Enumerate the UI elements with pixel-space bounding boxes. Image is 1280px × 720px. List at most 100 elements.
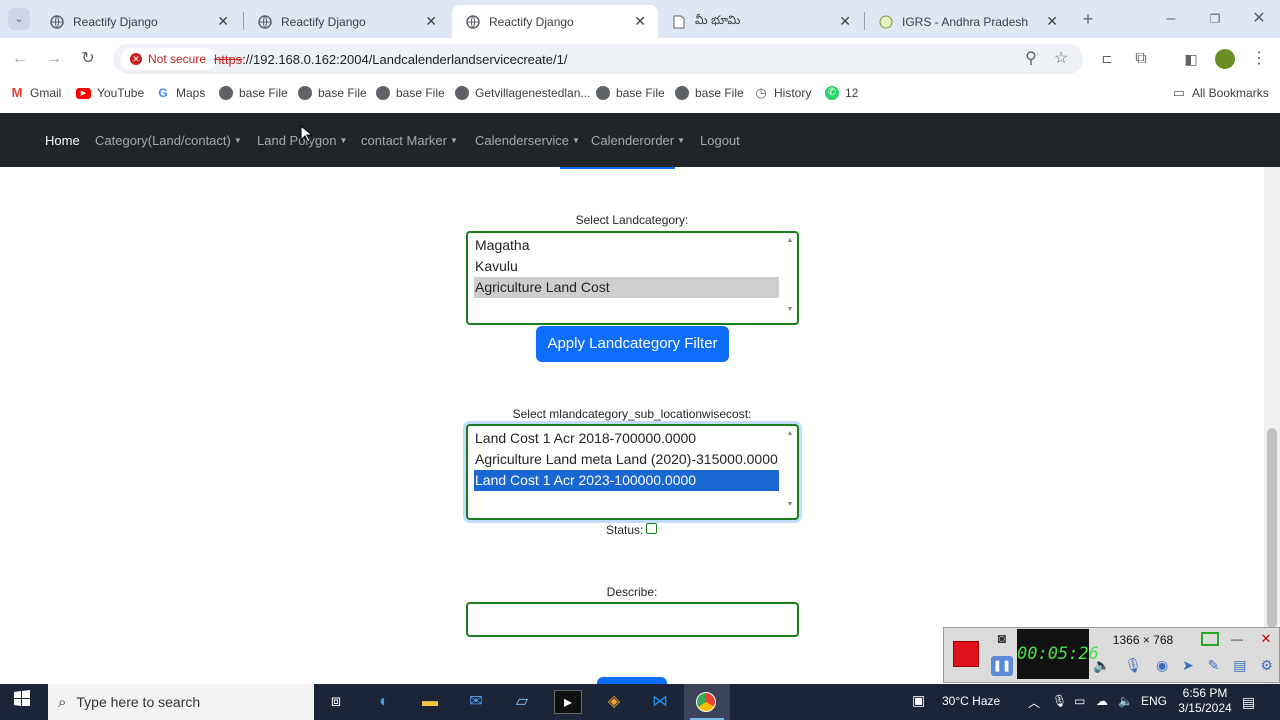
subcategory-option[interactable]: Agriculture Land meta Land (2020)-315000… xyxy=(474,449,779,470)
bookmark-youtube[interactable]: ▶ YouTube xyxy=(76,86,144,100)
tab-reactify-1[interactable]: Reactify Django ✕ xyxy=(36,5,241,38)
bookmark-base-file[interactable]: base File xyxy=(219,86,288,100)
notification-icon[interactable]: ▤ xyxy=(1242,694,1255,711)
nav-home[interactable]: Home xyxy=(45,133,80,148)
recorder-close-icon[interactable]: ✕ xyxy=(1257,631,1275,649)
bookmark-base-file[interactable]: base File xyxy=(675,86,744,100)
language-indicator[interactable]: ENG xyxy=(1141,694,1167,708)
mail-icon[interactable]: ✉ xyxy=(462,690,490,714)
window-close-icon[interactable]: ✕ xyxy=(1248,8,1270,30)
bookmark-getvillage[interactable]: Getvillagenestedlan... xyxy=(455,86,590,100)
weather-text[interactable]: 30°C Haze xyxy=(942,694,1000,708)
subcategory-select[interactable]: Land Cost 1 Acr 2018-700000.0000 Agricul… xyxy=(466,424,799,520)
mouse-cursor-icon xyxy=(300,124,314,146)
tab-mee-bhoomi[interactable]: మీ భూమి ✕ xyxy=(658,5,863,38)
bookmark-base-file[interactable]: base File xyxy=(376,86,445,100)
recorder-minimize-icon[interactable]: — xyxy=(1228,632,1246,648)
close-icon[interactable]: ✕ xyxy=(425,13,437,30)
tab-search-chevron-icon[interactable]: ⌄ xyxy=(8,8,30,30)
landcategory-option-selected[interactable]: Agriculture Land Cost xyxy=(474,277,779,298)
forward-arrow-icon[interactable]: → xyxy=(43,48,65,70)
terminal-icon[interactable]: ▸ xyxy=(554,690,582,714)
settings-gear-icon[interactable]: ⚙ xyxy=(1260,657,1273,679)
nav-contact-marker-dropdown[interactable]: contact Marker ▼ xyxy=(361,133,458,148)
onedrive-icon[interactable]: ☁ xyxy=(1096,694,1108,708)
tab-reactify-2[interactable]: Reactify Django ✕ xyxy=(244,5,449,38)
menu-kebab-icon[interactable]: ⋮ xyxy=(1248,48,1270,70)
nav-logout[interactable]: Logout xyxy=(700,133,740,148)
bookmark-base-file[interactable]: base File xyxy=(596,86,665,100)
task-view-icon[interactable]: ⧈ xyxy=(322,690,350,714)
tab-reactify-active[interactable]: Reactify Django ✕ xyxy=(452,5,658,38)
url-text[interactable]: https://192.168.0.162:2004/Landcalenderl… xyxy=(214,52,567,67)
folder-icon[interactable]: ▤ xyxy=(1233,657,1246,679)
network-icon[interactable]: ▭ xyxy=(1074,694,1085,708)
reload-icon[interactable]: ↻ xyxy=(77,48,99,70)
pen-icon[interactable]: ✎ xyxy=(1208,657,1220,679)
url-path: ://192.168.0.162:2004/Landcalenderlandse… xyxy=(242,52,568,67)
back-arrow-icon[interactable]: ← xyxy=(9,48,31,70)
close-icon[interactable]: ✕ xyxy=(1046,13,1058,30)
landcategory-select[interactable]: Magatha Kavulu Agriculture Land Cost ▲ ▼ xyxy=(466,231,799,325)
subcategory-option-selected[interactable]: Land Cost 1 Acr 2023-100000.0000 xyxy=(474,470,779,491)
bookmark-label: Gmail xyxy=(30,86,62,100)
camera-icon[interactable]: ◙ xyxy=(991,630,1013,648)
nav-label: Home xyxy=(45,133,80,148)
nav-calenderservice-dropdown[interactable]: Calenderservice ▼ xyxy=(475,133,580,148)
listbox-scrollbar[interactable]: ▲ ▼ xyxy=(786,430,794,512)
side-panel-icon[interactable]: ◧ xyxy=(1180,48,1202,70)
describe-input[interactable] xyxy=(466,602,799,637)
tray-chevron-icon[interactable]: ︿ xyxy=(1028,694,1040,711)
file-explorer-icon[interactable]: ▬ xyxy=(416,690,444,714)
puzzle-extensions-icon[interactable]: ⧉ xyxy=(1130,48,1152,70)
close-icon[interactable]: ✕ xyxy=(217,13,229,30)
bookmark-whatsapp[interactable]: ✆ 12 xyxy=(825,86,858,100)
apply-landcategory-filter-button[interactable]: Apply Landcategory Filter xyxy=(536,326,729,362)
app-icon[interactable]: ◈ xyxy=(600,690,628,714)
nav-calenderorder-dropdown[interactable]: Calenderorder ▼ xyxy=(591,133,685,148)
webcam-icon[interactable]: ◉ xyxy=(1156,657,1168,679)
chrome-icon xyxy=(696,692,716,712)
page-scrollbar-thumb[interactable] xyxy=(1267,428,1277,628)
landcategory-option[interactable]: Kavulu xyxy=(474,256,779,277)
google-icon: G xyxy=(158,86,168,100)
volume-icon[interactable]: 🔈 xyxy=(1118,694,1133,708)
record-stop-button[interactable] xyxy=(953,641,979,667)
globe-icon xyxy=(455,86,469,100)
location-pin-icon[interactable]: ⚲ xyxy=(1020,48,1042,70)
microphone-icon[interactable]: 🎙 xyxy=(1124,657,1142,679)
bookmark-base-file[interactable]: base File xyxy=(298,86,367,100)
bookmark-history[interactable]: ◷ History xyxy=(754,86,811,101)
windows-start-icon[interactable] xyxy=(8,690,36,714)
close-icon[interactable]: ✕ xyxy=(634,13,646,30)
notepad-icon[interactable]: ▱ xyxy=(508,690,536,714)
bookmark-star-icon[interactable]: ☆ xyxy=(1050,48,1072,70)
restore-icon[interactable]: ❐ xyxy=(1204,8,1226,30)
clock[interactable]: 6:56 PM 3/15/2024 xyxy=(1176,686,1234,716)
microphone-tray-icon[interactable]: 🎙 xyxy=(1052,694,1067,708)
extension-cs-icon[interactable]: ⊏ xyxy=(1096,48,1118,70)
listbox-scrollbar[interactable]: ▲ ▼ xyxy=(786,237,794,319)
region-select-icon[interactable] xyxy=(1201,632,1219,646)
submit-button-partial[interactable] xyxy=(597,677,667,684)
close-icon[interactable]: ✕ xyxy=(839,13,851,30)
pause-icon[interactable]: ❚❚ xyxy=(991,656,1013,676)
security-indicator[interactable]: ✕ Not secure xyxy=(120,48,217,70)
cursor-icon[interactable]: ➤ xyxy=(1182,657,1194,679)
bookmark-maps[interactable]: G Maps xyxy=(156,86,205,100)
chrome-taskbar-button[interactable] xyxy=(684,684,730,720)
speaker-icon[interactable]: 🔈 xyxy=(1093,657,1110,679)
edge-browser-icon[interactable]: ◐ xyxy=(370,690,398,714)
tab-igrs[interactable]: IGRS - Andhra Pradesh ✕ xyxy=(865,5,1070,38)
nav-category-dropdown[interactable]: Category(Land/contact) ▼ xyxy=(95,133,242,148)
landcategory-option[interactable]: Magatha xyxy=(474,235,779,256)
new-tab-plus-icon[interactable]: + xyxy=(1077,8,1099,30)
minimize-icon[interactable]: – xyxy=(1160,8,1182,30)
all-bookmarks[interactable]: ▭ All Bookmarks xyxy=(1172,86,1269,101)
bookmark-gmail[interactable]: M Gmail xyxy=(10,86,62,101)
vscode-icon[interactable]: ⋈ xyxy=(646,690,674,714)
subcategory-option[interactable]: Land Cost 1 Acr 2018-700000.0000 xyxy=(474,428,779,449)
status-checkbox[interactable] xyxy=(646,523,657,534)
taskbar-search-box[interactable]: ⌕ Type here to search xyxy=(48,684,314,720)
profile-avatar[interactable] xyxy=(1215,49,1235,69)
